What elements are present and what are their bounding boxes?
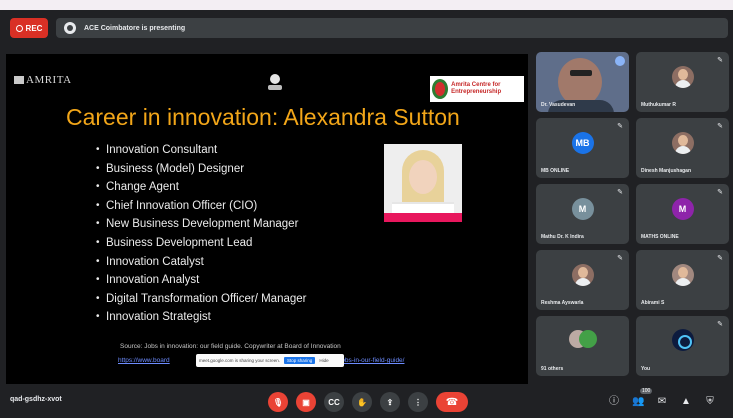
participant-name: Muthukumar R [641, 102, 676, 108]
bottom-bar: qad-gsdhz-xvot 🎙 ▣ CC ✋ ⇪ ⋮ ☎ ⓘ 100 👥 ✉ … [0, 386, 733, 418]
mic-off-icon: ✎ [617, 189, 623, 196]
amrita-logo: AMRITA [14, 74, 72, 86]
avatar [671, 66, 694, 88]
host-controls-icon[interactable]: ⛨ [704, 396, 716, 408]
list-item: Chief Innovation Officer (CIO) [96, 197, 306, 216]
participant-name: You [641, 366, 651, 372]
avatar [671, 132, 694, 154]
avatar: M [671, 198, 694, 220]
meet-window: REC ACE Coimbatore is presenting AMRITA … [0, 10, 733, 418]
stop-sharing-button[interactable]: Stop sharing [284, 357, 316, 364]
shared-presentation: AMRITA Amrita Centre for Entrepreneurshi… [6, 54, 528, 384]
source-link[interactable]: https://www.board [118, 357, 170, 364]
chat-icon[interactable]: ✉ [656, 396, 668, 408]
avatar: M [571, 198, 594, 220]
activities-icon[interactable]: ▲ [680, 396, 692, 408]
mic-off-icon: ✎ [617, 255, 623, 262]
others-avatars [568, 330, 597, 350]
raise-hand-button[interactable]: ✋ [352, 392, 372, 412]
mic-off-button[interactable]: 🎙 [268, 392, 288, 412]
list-item: Innovation Catalyst [96, 253, 306, 272]
list-item: Change Agent [96, 178, 306, 197]
participant-name: MB ONLINE [541, 168, 570, 174]
emblem-icon [268, 74, 282, 90]
participant-name: MATHS ONLINE [641, 234, 679, 240]
info-icon[interactable]: ⓘ [608, 396, 620, 408]
career-list: Innovation Consultant Business (Model) D… [96, 141, 306, 327]
rec-label: REC [25, 23, 43, 33]
more-options-button[interactable]: ⋮ [408, 392, 428, 412]
leave-call-button[interactable]: ☎ [436, 392, 468, 412]
participant-name: Reshma Ayswarla [541, 300, 584, 306]
mic-off-icon: ✎ [717, 189, 723, 196]
participant-tile[interactable]: M ✎ Mathu Dr. K Indira [536, 184, 629, 244]
mic-off-icon: ✎ [717, 255, 723, 262]
people-count-badge: 100 [640, 388, 653, 394]
presenting-banner[interactable]: ACE Coimbatore is presenting [56, 18, 728, 38]
ace-logo-text: Amrita Centre for Entrepreneurship [451, 82, 502, 95]
slide-title: Career in innovation: Alexandra Sutton [66, 104, 460, 130]
participant-video [558, 58, 602, 106]
list-item: Innovation Analyst [96, 271, 306, 290]
list-item: Business Development Lead [96, 234, 306, 253]
present-button[interactable]: ⇪ [380, 392, 400, 412]
screen-share-bar: meet.google.com is sharing your screen. … [196, 354, 344, 367]
captions-button[interactable]: CC [324, 392, 344, 412]
participant-name: Mathu Dr. K Indira [541, 234, 584, 240]
participant-tile[interactable]: MB ✎ MB ONLINE [536, 118, 629, 178]
mic-off-icon: ✎ [717, 321, 723, 328]
participant-tile-self[interactable]: ✎ You [636, 316, 729, 376]
avatar [671, 264, 694, 286]
participant-tile[interactable]: Dr. Vasudevan [536, 52, 629, 112]
record-icon [15, 24, 23, 32]
recording-indicator[interactable]: REC [10, 18, 48, 38]
list-item: Innovation Strategist [96, 308, 306, 327]
list-item: Innovation Consultant [96, 141, 306, 160]
mic-off-icon: ✎ [717, 123, 723, 130]
top-bar: REC ACE Coimbatore is presenting [0, 10, 733, 46]
share-bar-text: meet.google.com is sharing your screen. [199, 358, 281, 363]
participant-name: 91 others [541, 366, 564, 372]
presenting-text: ACE Coimbatore is presenting [84, 24, 186, 32]
participant-name: Abirami S [641, 300, 665, 306]
mic-off-icon: ✎ [617, 123, 623, 130]
source-text: Source: Jobs in innovation: our field gu… [120, 343, 341, 350]
list-item: Digital Transformation Officer/ Manager [96, 290, 306, 309]
pin-icon[interactable] [615, 56, 625, 66]
participant-tile[interactable]: ✎ Abirami S [636, 250, 729, 310]
portrait-image [384, 144, 462, 222]
list-item: Business (Model) Designer [96, 160, 306, 179]
meeting-code: qad-gsdhz-xvot [10, 396, 62, 403]
list-item: New Business Development Manager [96, 215, 306, 234]
ace-badge-icon [432, 79, 449, 99]
participant-tile[interactable]: ✎ Reshma Ayswarla [536, 250, 629, 310]
people-icon[interactable]: 👥 [632, 396, 644, 408]
participant-name: Dr. Vasudevan [541, 102, 576, 108]
mic-off-icon: ✎ [717, 57, 723, 64]
participant-tile[interactable]: M ✎ MATHS ONLINE [636, 184, 729, 244]
avatar [671, 329, 694, 351]
participant-tile-others[interactable]: 91 others [536, 316, 629, 376]
hide-button[interactable]: Hide [319, 358, 328, 363]
camera-off-button[interactable]: ▣ [296, 392, 316, 412]
avatar: MB [571, 132, 594, 154]
participant-tile[interactable]: ✎ Muthukumar R [636, 52, 729, 112]
participant-name: Dinesh Manjushagan [641, 168, 692, 174]
participant-tile[interactable]: ✎ Dinesh Manjushagan [636, 118, 729, 178]
source-link-end[interactable]: /jobs-in-our-field-guide/ [338, 357, 404, 364]
ace-logo: Amrita Centre for Entrepreneurship [430, 76, 524, 102]
avatar [571, 264, 594, 286]
presentation-icon [64, 22, 76, 34]
